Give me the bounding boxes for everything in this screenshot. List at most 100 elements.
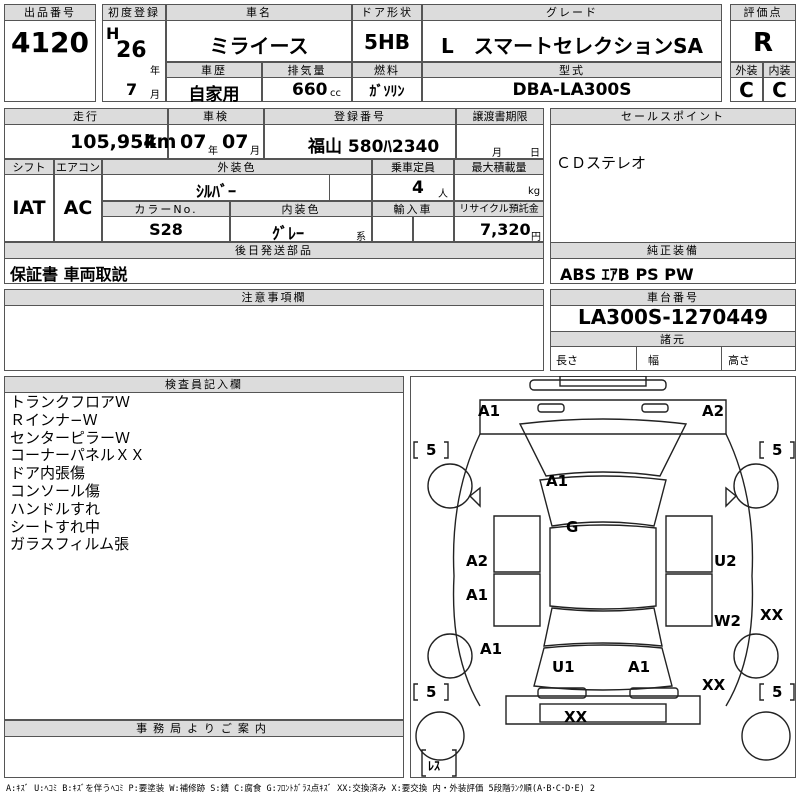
first-reg-month: 7 <box>126 80 138 99</box>
ext-color-header: 外装色 <box>102 159 372 175</box>
mark-trunk-left: U1 <box>552 658 575 676</box>
score-header: 評価点 <box>730 4 796 21</box>
legend: A:ｷｽﾞ U:ﾍｺﾐ B:ｷｽﾞを伴うﾍｺﾐ P:要塗装 W:補修跡 S:錆 … <box>6 784 595 794</box>
car-damage-diagram: 5 5 5 5 ﾚｽ A1 A2 A1 A2 U2 A1 W2 XX A1 U1… <box>413 376 795 777</box>
month-unit: 月 <box>150 90 160 101</box>
inspection-year: 07 <box>180 131 207 153</box>
transfer-day-unit: 日 <box>530 148 540 159</box>
mark-roof-glass: G <box>566 518 578 536</box>
displacement-header: 排気量 <box>262 62 352 78</box>
max-load-header: 最大積載量 <box>454 159 544 175</box>
ext-color: ｼﾙﾊﾞｰ <box>195 182 236 201</box>
mileage-header: 走行 <box>4 108 168 125</box>
mark-rear-bumper: XX <box>564 708 588 726</box>
aircon-header: エアコン <box>54 159 102 175</box>
mark-rear-panel-right: XX <box>760 606 784 624</box>
sales-point-cell <box>550 124 796 256</box>
tire-depth-fr: 5 <box>772 441 782 459</box>
sales-point-header: セールスポイント <box>550 108 796 125</box>
spare-label: ﾚｽ <box>428 759 440 773</box>
mark-trunk-right: A1 <box>628 658 650 676</box>
length-label: 長さ <box>556 354 578 367</box>
capacity-unit: 人 <box>438 189 448 200</box>
sales-point: ＣＤステレオ <box>556 154 647 172</box>
caution-header: 注意事項欄 <box>4 289 544 306</box>
mark-front-door-right: U2 <box>714 552 737 570</box>
mark-front-right: A2 <box>702 402 724 420</box>
door: 5HB <box>364 30 410 54</box>
int-color-suffix: 系 <box>356 232 366 243</box>
later-parts-header: 後日発送部品 <box>4 242 544 259</box>
ext-color-extra-cell <box>329 174 372 201</box>
transfer-header: 譲渡書期限 <box>456 108 544 125</box>
score: R <box>752 28 774 58</box>
history-header: 車歴 <box>166 62 262 78</box>
inspector-note: コーナーパネルＸＸ <box>10 446 145 465</box>
color-no-header: カラーNo. <box>102 201 230 217</box>
genuine-equipment-header: 純正装備 <box>550 242 796 259</box>
inspector-note: トランクフロアＷ <box>10 393 131 411</box>
inspector-note: センターピラーＷ <box>10 428 131 447</box>
import-cell-divider <box>412 216 414 242</box>
inspector-header: 検査員記入欄 <box>4 376 404 393</box>
exterior-header: 外装 <box>730 62 763 78</box>
later-parts: 保証書 車両取説 <box>10 265 128 284</box>
office-cell <box>4 736 404 778</box>
displacement-unit: cc <box>330 88 341 99</box>
inspector-note: シートすれ中 <box>10 517 101 536</box>
caution-cell <box>4 305 544 371</box>
inspector-note: ガラスフィルム張 <box>10 535 130 554</box>
grade: L スマートセレクションSA <box>440 34 704 58</box>
shift-header: シフト <box>4 159 54 175</box>
aircon: AC <box>63 197 93 219</box>
exterior-score: C <box>739 78 754 102</box>
inspection-header: 車検 <box>168 108 264 125</box>
grade-header: グレード <box>422 4 722 21</box>
fuel-header: 燃料 <box>352 62 422 78</box>
interior-header: 内装 <box>763 62 796 78</box>
tire-depth-rr: 5 <box>772 683 782 701</box>
genuine-equipment: ABS ｴｱB PS PW <box>560 265 694 284</box>
plate: 福山 580ﾊ2340 <box>308 137 440 157</box>
chassis-number: LA300S-1270449 <box>577 305 769 329</box>
color-no: S28 <box>149 220 183 239</box>
recycle-unit: 円 <box>531 232 541 243</box>
mark-rear-corner-right: XX <box>702 676 726 694</box>
first-reg-year: 26 <box>116 38 147 63</box>
import-header: 輸入車 <box>372 201 454 217</box>
mark-front-door-left: A2 <box>466 552 488 570</box>
max-load-unit: kg <box>528 186 541 197</box>
inspector-note: コンソール傷 <box>10 481 101 500</box>
recycle-header: リサイクル預託金 <box>454 201 544 217</box>
model-header: 型式 <box>422 62 722 78</box>
year-unit: 年 <box>150 66 160 77</box>
spec-header: 諸元 <box>550 331 796 347</box>
shift: IAT <box>12 197 46 219</box>
capacity-header: 乗車定員 <box>372 159 454 175</box>
int-color-header: 内装色 <box>230 201 372 217</box>
inspection-month: 07 <box>222 131 249 153</box>
chassis-header: 車台番号 <box>550 289 796 306</box>
inspection-year-unit: 年 <box>208 146 218 157</box>
mark-hood: A1 <box>546 472 568 490</box>
mark-rear-fender-left: A1 <box>480 640 502 658</box>
displacement: 660 <box>292 80 328 100</box>
inspector-note: ハンドルすれ <box>10 499 101 518</box>
interior-score: C <box>772 78 787 102</box>
capacity: 4 <box>412 178 424 198</box>
door-header: ドア形状 <box>352 4 422 21</box>
car-name-header: 車名 <box>166 4 352 21</box>
transfer-month-unit: 月 <box>492 148 502 159</box>
recycle-amount: 7,320 <box>480 220 531 239</box>
height-label: 高さ <box>728 354 750 367</box>
plate-header: 登録番号 <box>264 108 456 125</box>
inspector-notes: トランクフロアＷ Ｒインナ−Ｗ センターピラーＷ コーナーパネルＸＸ ドア内張傷… <box>10 393 145 554</box>
office-header: 事務局よりご案内 <box>4 720 404 737</box>
inspector-note: ドア内張傷 <box>10 464 86 483</box>
lot-number: 4120 <box>11 26 89 59</box>
width-label: 幅 <box>648 354 659 367</box>
int-color: ｸﾞﾚｰ <box>272 224 305 243</box>
car-name: ミライース <box>209 34 309 58</box>
history: 自家用 <box>188 85 240 105</box>
model: DBA-LA300S <box>512 80 632 100</box>
